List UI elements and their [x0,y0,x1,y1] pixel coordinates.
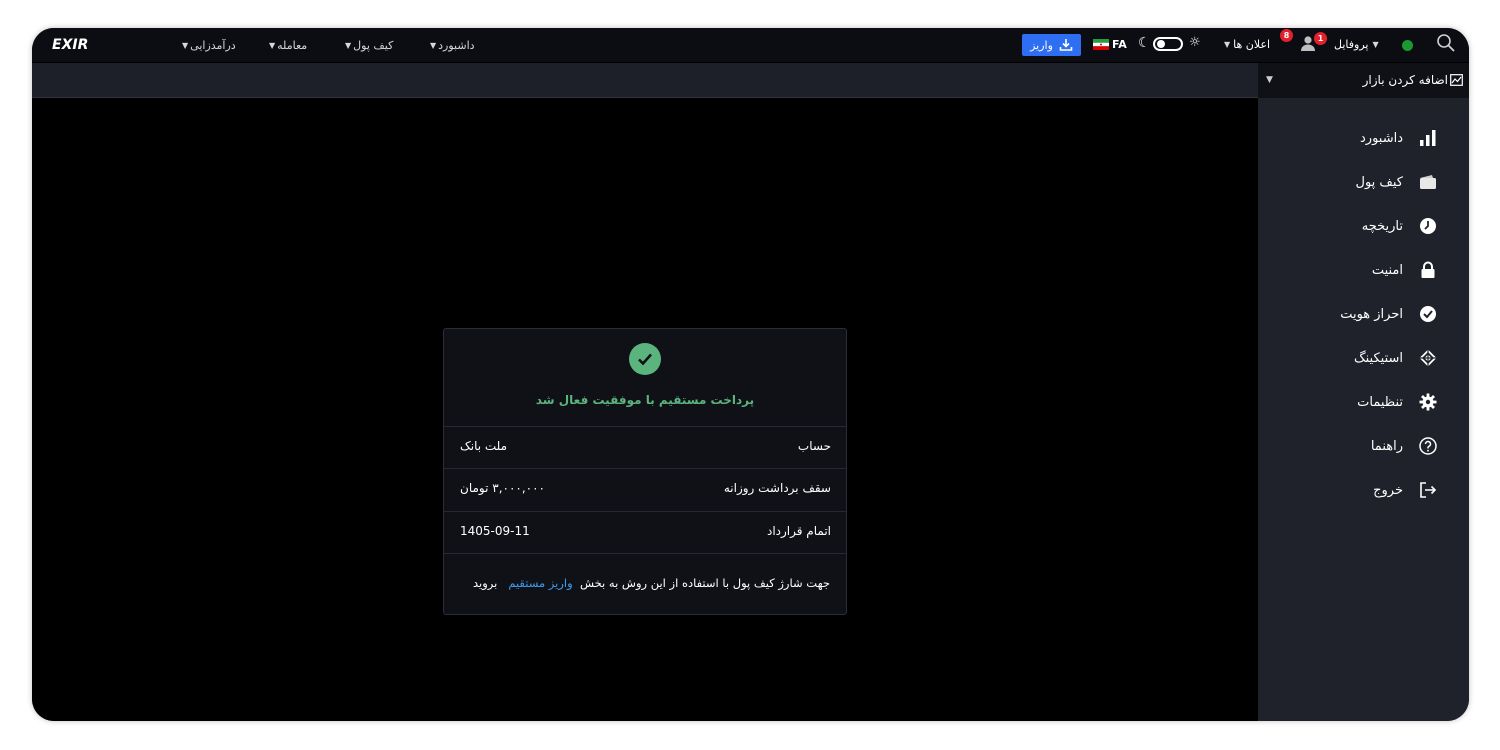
download-icon [1059,39,1073,51]
online-status-indicator [1402,40,1413,51]
user-badge: 1 [1314,32,1327,45]
sidebar-item-label: کیف پول [1355,174,1403,190]
gear-icon [1419,393,1437,411]
caret-down-icon: ▼ [1224,40,1231,49]
menu-dashboard[interactable]: ▼ داشبورد [430,39,475,52]
info-row-daily-limit: سقف برداشت روزانه ۳,۰۰۰,۰۰۰ تومان [444,468,846,511]
sidebar-item-label: تنظیمات [1357,394,1403,410]
deposit-button[interactable]: واریز [1022,34,1081,56]
sidebar-item-label: خروج [1373,482,1403,498]
market-tabs-bar [32,63,1258,98]
announcements-count-badge: 8 [1280,29,1293,42]
exir-logo[interactable]: EXIR [52,37,88,53]
moon-icon: ☾ [1138,35,1151,51]
menu-trade-label: معامله [277,39,308,52]
deposit-button-label: واریز [1030,38,1053,52]
caret-down-icon: ▼ [1266,75,1273,85]
caret-down-icon: ▼ [269,41,276,50]
sun-icon: ☼ [1189,35,1201,50]
menu-wallet[interactable]: ▼ کیف پول [345,39,393,52]
sidebar-item-wallet[interactable]: کیف پول [1356,170,1437,194]
clock-icon [1420,218,1436,234]
caret-down-icon: ▼ [182,41,189,50]
market-chart-icon [1450,74,1463,86]
sidebar-item-settings[interactable]: تنظیمات [1357,390,1437,414]
success-message: پرداخت مستقیم با موفقیت فعال شد [535,393,755,407]
sidebar: داشبورد کیف پول تاریخچه امنیت احراز هویت… [1258,98,1469,721]
sidebar-item-security[interactable]: امنیت [1372,258,1437,282]
sidebar-item-label: احراز هویت [1340,306,1403,322]
note-prefix: جهت شارژ کیف پول با استفاده از این روش ب… [579,576,830,590]
profile-label: پروفایل [1334,38,1369,51]
sidebar-item-logout[interactable]: خروج [1373,478,1437,502]
sidebar-item-label: راهنما [1370,438,1403,454]
add-market-label: اضافه کردن بازار [1362,73,1448,87]
search-icon[interactable] [1436,33,1456,53]
menu-dashboard-label: داشبورد [438,39,475,52]
sidebar-item-dashboard[interactable]: داشبورد [1360,126,1437,150]
app-window: EXIR ▼ درآمدزایی ▼ معامله ▼ کیف پول ▼ دا… [32,28,1469,721]
sidebar-item-label: امنیت [1371,262,1403,278]
caret-down-icon: ▼ [1372,40,1379,49]
sidebar-item-staking[interactable]: استیکینگ [1354,346,1437,370]
profile-menu[interactable]: پروفایل ▼ [1334,38,1379,51]
row-value: ۳,۰۰۰,۰۰۰ تومان [460,481,545,495]
direct-payment-success-card: پرداخت مستقیم با موفقیت فعال شد حساب ملت… [443,328,847,615]
logout-icon [1420,482,1437,498]
language-selector[interactable]: FA [1112,38,1127,51]
help-icon [1419,437,1437,455]
caret-down-icon: ▼ [430,41,437,50]
sidebar-item-history[interactable]: تاریخچه [1362,214,1437,238]
bar-chart-icon [1420,130,1436,146]
info-row-account: حساب ملت بانک [444,426,846,469]
info-row-contract-end: اتمام قرارداد 1405-09-11 [444,511,846,554]
menu-earning[interactable]: ▼ درآمدزایی [182,39,236,52]
add-market-dropdown[interactable]: ▼ اضافه کردن بازار [1258,63,1469,98]
row-value: ملت بانک [460,439,508,453]
staking-icon [1419,349,1437,367]
verified-icon [1420,306,1436,322]
menu-trade[interactable]: ▼ معامله [269,39,307,52]
announcements-label: اعلان ها [1233,38,1271,51]
sidebar-item-help[interactable]: راهنما [1371,434,1437,458]
row-label: سقف برداشت روزانه [723,481,831,495]
iran-flag-icon [1093,39,1109,50]
sidebar-item-label: استیکینگ [1353,350,1403,366]
sidebar-item-verification[interactable]: احراز هویت [1340,302,1437,326]
theme-toggle[interactable] [1153,37,1183,51]
top-navbar: EXIR ▼ درآمدزایی ▼ معامله ▼ کیف پول ▼ دا… [32,28,1469,62]
menu-wallet-label: کیف پول [353,39,394,52]
card-footer-note: جهت شارژ کیف پول با استفاده از این روش ب… [444,553,846,614]
sidebar-item-label: تاریخچه [1361,218,1403,234]
row-value: 1405-09-11 [460,524,530,538]
note-suffix: بروید [473,576,498,590]
direct-deposit-link[interactable]: واریز مستقیم [508,576,572,590]
success-check-icon [629,343,661,375]
lock-icon [1421,261,1435,278]
sidebar-item-label: داشبورد [1360,130,1403,146]
row-label: حساب [797,439,831,453]
menu-earning-label: درآمدزایی [190,39,236,52]
announcements-menu[interactable]: ▼ اعلان ها [1224,38,1270,51]
row-label: اتمام قرارداد [766,524,831,538]
wallet-icon [1420,175,1436,189]
caret-down-icon: ▼ [345,41,352,50]
